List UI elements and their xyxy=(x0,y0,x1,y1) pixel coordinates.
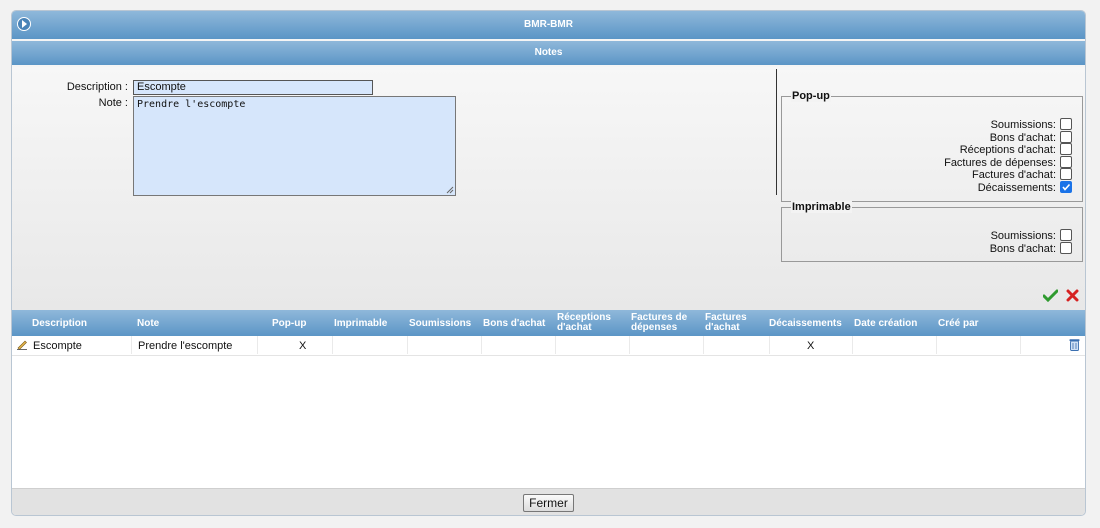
popup-checkbox[interactable] xyxy=(1060,118,1072,131)
imprimable-checkbox[interactable] xyxy=(1060,229,1072,242)
cell-decaissements: X xyxy=(807,340,815,352)
imprimable-option: Bons d'achat: xyxy=(989,241,1072,255)
column-separator xyxy=(131,336,132,354)
panel-title: Notes xyxy=(534,47,563,58)
imprimable-option: Soumissions: xyxy=(990,229,1072,242)
dialog-footer: Fermer xyxy=(12,488,1085,515)
popup-option-label: Factures de dépenses: xyxy=(944,156,1056,169)
x-icon[interactable] xyxy=(1066,289,1079,305)
window-titlebar: BMR-BMR xyxy=(12,11,1085,39)
column-separator xyxy=(1020,336,1021,354)
popup-legend: Pop-up xyxy=(791,90,831,102)
popup-fieldset: Pop-up Soumissions: Bons d'achat: Réceptio… xyxy=(781,90,1083,202)
popup-checkbox[interactable] xyxy=(1060,130,1072,143)
col-receptions-line2: d'achat xyxy=(557,322,592,333)
column-separator xyxy=(629,336,630,354)
popup-option-label: Bons d'achat: xyxy=(989,131,1056,144)
column-separator xyxy=(936,336,937,354)
popup-option-label: Factures d'achat: xyxy=(971,169,1056,182)
column-separator xyxy=(769,336,770,354)
notes-window: BMR-BMR Notes Description : Escompte Not… xyxy=(11,10,1086,516)
row-actions xyxy=(1038,289,1079,305)
column-separator xyxy=(481,336,482,354)
note-form: Description : Escompte Note : Prendre l'… xyxy=(12,67,1085,310)
cell-note: Prendre l'escompte xyxy=(138,340,233,352)
popup-option-label: Réceptions d'achat: xyxy=(959,144,1056,157)
popup-option-label: Soumissions: xyxy=(990,119,1056,131)
table-header: Description Note Pop-up Imprimable Soumi… xyxy=(12,310,1085,336)
col-factachat-line2: d'achat xyxy=(705,322,740,333)
popup-option: Soumissions: xyxy=(990,118,1072,131)
col-note[interactable]: Note xyxy=(137,319,159,329)
note-label: Note : xyxy=(98,97,128,109)
col-bons[interactable]: Bons d'achat xyxy=(483,319,545,329)
popup-checkbox[interactable] xyxy=(1060,168,1072,181)
imprimable-legend: Imprimable xyxy=(791,201,852,213)
column-separator xyxy=(703,336,704,354)
column-separator xyxy=(555,336,556,354)
popup-option: Factures d'achat: xyxy=(971,168,1072,182)
trash-icon[interactable] xyxy=(1069,338,1080,354)
col-factures-depenses[interactable]: Factures de dépenses xyxy=(631,313,687,333)
imprimable-fieldset: Imprimable Soumissions: Bons d'achat: xyxy=(781,201,1083,262)
description-label: Description : xyxy=(66,81,128,93)
col-decaissements[interactable]: Décaissements xyxy=(769,319,842,329)
section-divider xyxy=(776,69,777,195)
popup-option: Factures de dépenses: xyxy=(944,155,1072,169)
description-input[interactable]: Escompte xyxy=(133,80,373,95)
panel-header: Notes xyxy=(12,41,1085,65)
popup-checkbox[interactable] xyxy=(1060,143,1072,156)
column-separator xyxy=(407,336,408,354)
col-factures-achat[interactable]: Factures d'achat xyxy=(705,313,747,333)
imprimable-checkbox[interactable] xyxy=(1060,241,1072,254)
col-cree-par[interactable]: Créé par xyxy=(938,319,979,329)
column-separator xyxy=(257,336,258,354)
close-button[interactable]: Fermer xyxy=(523,494,574,512)
notes-table: Description Note Pop-up Imprimable Soumi… xyxy=(12,310,1085,488)
col-description[interactable]: Description xyxy=(32,319,87,329)
popup-option: Bons d'achat: xyxy=(989,130,1072,144)
table-row[interactable]: Escompte Prendre l'escompte X X xyxy=(12,336,1085,356)
popup-option: Réceptions d'achat: xyxy=(959,143,1072,157)
resize-grip-icon[interactable] xyxy=(446,186,454,194)
window-title: BMR-BMR xyxy=(524,19,573,30)
col-factdep-line2: dépenses xyxy=(631,322,678,333)
popup-option: Décaissements: xyxy=(977,181,1072,194)
col-popup[interactable]: Pop-up xyxy=(272,319,306,329)
note-text: Prendre l'escompte xyxy=(137,99,246,110)
column-separator xyxy=(852,336,853,354)
popup-checkbox[interactable] xyxy=(1060,181,1072,194)
note-textarea[interactable]: Prendre l'escompte xyxy=(133,96,456,196)
col-soumissions[interactable]: Soumissions xyxy=(409,319,471,329)
col-date-creation[interactable]: Date création xyxy=(854,319,917,329)
collapse-toggle-icon[interactable] xyxy=(17,17,31,31)
cell-popup: X xyxy=(299,340,307,352)
column-separator xyxy=(332,336,333,354)
col-receptions[interactable]: Réceptions d'achat xyxy=(557,313,611,333)
imprimable-option-label: Soumissions: xyxy=(990,230,1056,242)
popup-checkbox[interactable] xyxy=(1060,155,1072,168)
imprimable-option-label: Bons d'achat: xyxy=(989,242,1056,255)
check-icon[interactable] xyxy=(1042,289,1059,305)
cell-description: Escompte xyxy=(33,340,82,352)
edit-pencil-icon[interactable] xyxy=(16,338,28,353)
popup-option-label: Décaissements: xyxy=(977,182,1056,194)
col-imprimable[interactable]: Imprimable xyxy=(334,319,387,329)
